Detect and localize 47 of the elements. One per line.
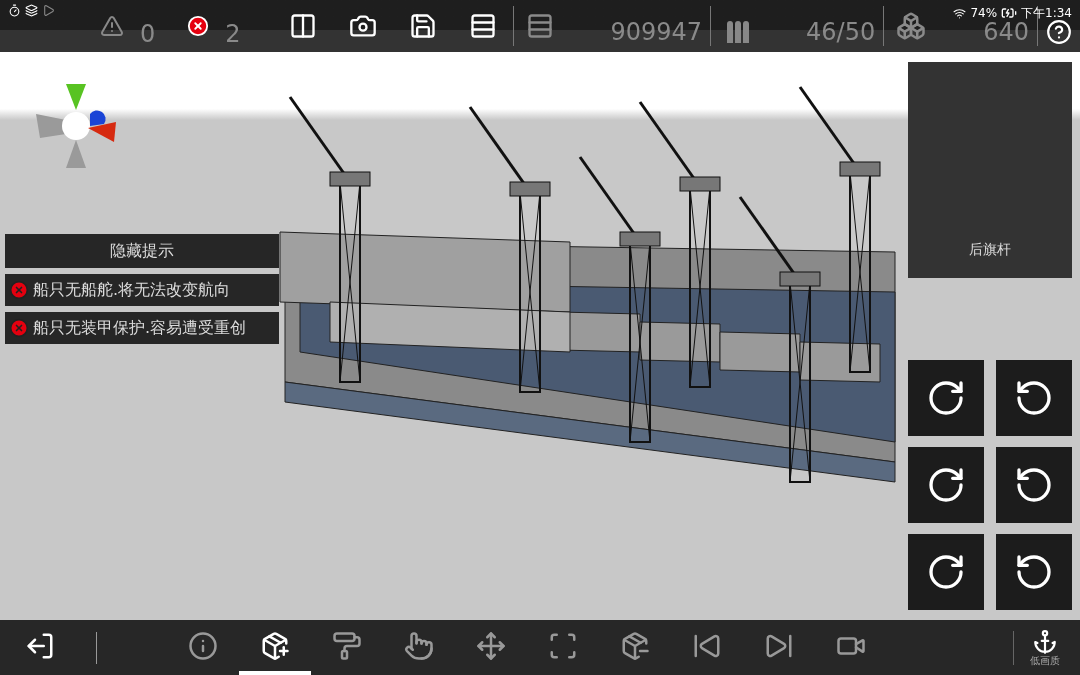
remove-block-icon [620,630,650,661]
split-view-button[interactable] [288,12,317,40]
help-icon [1046,19,1072,45]
rotate-arrow-icon [926,465,966,505]
hint-text: 船只无船舵.将无法改变航向 [33,280,231,300]
hide-hints-button[interactable]: 隐藏提示 [5,234,279,268]
wifi-icon [953,6,967,20]
warning-count: 0 [140,19,156,50]
error-count: 2 [225,19,241,50]
layers-button[interactable] [468,12,497,40]
rotate-arrow-icon [926,378,966,418]
shells-icon [727,21,750,43]
rotate-part-button[interactable] [996,534,1072,610]
error-icon [9,280,29,300]
help-button[interactable] [1046,19,1072,45]
split-view-icon [288,12,317,40]
stack-icon [25,4,38,17]
anchor-icon [1032,628,1058,655]
rotate-part-button[interactable] [908,534,984,610]
blocks-icon [896,11,927,41]
add-block-icon [260,630,290,661]
rotate-arrow-icon [1014,378,1054,418]
error-icon [9,318,29,338]
rows-icon [468,12,497,40]
paint-roller-icon [332,630,362,661]
play-icon [42,4,55,17]
funds-value: 909947 [610,17,703,48]
timer-icon [8,4,21,17]
quality-label: 低画质 [1030,654,1060,667]
rotate-arrow-icon [1014,552,1054,592]
axis-gizmo-icon [36,84,118,168]
rotate-part-button[interactable] [908,360,984,436]
rotate-arrow-icon [926,552,966,592]
battery-icon [1001,5,1018,21]
info-icon [188,630,218,661]
ammo-count: 46/50 [806,17,876,48]
error-icon [187,15,210,37]
rotate-arrow-icon [1014,465,1054,505]
hint-text: 船只无装甲保护.容易遭受重创 [33,318,247,338]
save-button[interactable] [408,12,437,40]
warning-icon [100,14,124,38]
rotate-part-button[interactable] [996,447,1072,523]
part-name: 后旗杆 [969,240,1011,259]
rotate-part-button[interactable] [908,447,984,523]
rotate-part-button[interactable] [996,360,1072,436]
move-arrows-icon [476,630,506,661]
pointer-hand-icon [404,630,434,661]
